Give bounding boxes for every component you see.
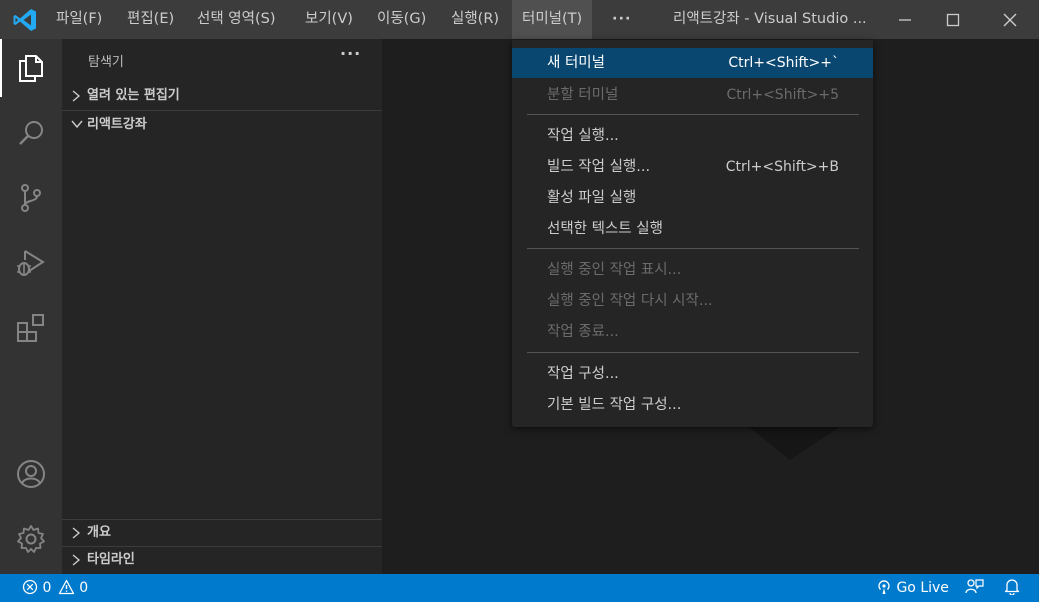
menu-item-run-build-task[interactable]: 빌드 작업 실행... Ctrl+<Shift>+B <box>512 152 873 182</box>
section-open-editors[interactable]: 열려 있는 편집기 <box>62 82 382 110</box>
menu-item-label: 빌드 작업 실행... <box>547 159 651 175</box>
notifications-button[interactable] <box>1004 574 1020 602</box>
menu-selection[interactable]: 선택 영역(S) <box>197 0 276 39</box>
sidebar-title: 탐색기 <box>88 55 124 70</box>
section-outline[interactable]: 개요 <box>62 519 382 547</box>
activity-extensions[interactable] <box>0 299 62 357</box>
menu-item-configure-default-build-task[interactable]: 기본 빌드 작업 구성... <box>512 390 873 420</box>
menu-item-shortcut: Ctrl+<Shift>+` <box>728 55 839 71</box>
go-live-button[interactable]: Go Live <box>876 574 949 602</box>
section-timeline[interactable]: 타임라인 <box>62 546 382 574</box>
activity-explorer[interactable] <box>0 39 62 97</box>
menu-file[interactable]: 파일(F) <box>56 0 102 39</box>
files-icon <box>19 55 43 82</box>
menu-terminal[interactable]: 터미널(T) <box>512 0 593 39</box>
menu-separator <box>527 248 859 249</box>
menu-run[interactable]: 실행(R) <box>451 0 499 39</box>
title-bar: 파일(F) 편집(E) 선택 영역(S) 보기(V) 이동(G) 실행(R) 터… <box>0 0 1039 39</box>
problems-status[interactable]: 0 0 <box>22 574 88 602</box>
menu-separator <box>527 114 859 115</box>
section-project-folder[interactable]: 리액트강좌 <box>62 111 382 139</box>
window-title: 리액트강좌 - Visual Studio ... <box>673 11 867 27</box>
menu-item-label: 작업 실행... <box>547 128 619 144</box>
close-button[interactable] <box>985 0 1035 39</box>
menu-item-label: 기본 빌드 작업 구성... <box>547 397 682 413</box>
menu-item-shortcut: Ctrl+<Shift>+B <box>725 159 839 175</box>
menu-item-shortcut: Ctrl+<Shift>+5 <box>726 87 839 103</box>
broadcast-icon <box>878 580 890 594</box>
chevron-right-icon <box>72 527 81 539</box>
section-project-label: 리액트강좌 <box>87 117 147 132</box>
menu-item-label: 활성 파일 실행 <box>547 190 637 206</box>
bell-icon <box>1004 579 1020 596</box>
feedback-button[interactable] <box>965 574 984 602</box>
menu-item-label: 실행 중인 작업 다시 시작... <box>547 293 713 309</box>
menu-item-run-active-file[interactable]: 활성 파일 실행 <box>512 183 873 213</box>
menu-edit[interactable]: 편집(E) <box>127 0 174 39</box>
chevron-right-icon <box>72 90 81 102</box>
menu-item-label: 작업 구성... <box>547 366 619 382</box>
activity-run-debug[interactable] <box>0 234 62 292</box>
vscode-logo-icon <box>13 9 36 31</box>
menu-item-show-running-tasks[interactable]: 실행 중인 작업 표시... <box>512 255 873 285</box>
activity-bar <box>0 39 62 574</box>
status-bar: 0 0 Go Live <box>0 574 1039 602</box>
section-timeline-label: 타임라인 <box>87 552 135 567</box>
activity-search[interactable] <box>0 104 62 162</box>
menu-item-label: 선택한 텍스트 실행 <box>547 221 663 237</box>
feedback-icon <box>965 579 984 594</box>
menu-item-label: 작업 종료... <box>547 324 619 340</box>
account-icon <box>17 460 45 488</box>
warning-count: 0 <box>79 580 89 596</box>
minimize-button[interactable] <box>880 0 930 39</box>
menu-item-terminate-task[interactable]: 작업 종료... <box>512 317 873 347</box>
close-icon <box>1003 13 1017 27</box>
menu-item-run-selected-text[interactable]: 선택한 텍스트 실행 <box>512 214 873 244</box>
error-count: 0 <box>42 580 52 596</box>
search-icon <box>19 121 43 145</box>
menu-view[interactable]: 보기(V) <box>305 0 353 39</box>
settings-gear-icon <box>17 525 45 553</box>
active-indicator <box>0 39 2 97</box>
sidebar-more-button[interactable]: ··· <box>340 44 361 63</box>
menu-more-button[interactable]: ··· <box>612 0 632 39</box>
minimize-icon <box>899 19 911 21</box>
menu-item-new-terminal[interactable]: 새 터미널 Ctrl+<Shift>+` <box>512 48 873 78</box>
activity-source-control[interactable] <box>0 169 62 227</box>
go-live-label: Go Live <box>896 580 949 596</box>
maximize-button[interactable] <box>928 0 978 39</box>
menu-go[interactable]: 이동(G) <box>377 0 426 39</box>
menu-item-run-task[interactable]: 작업 실행... <box>512 121 873 151</box>
menu-item-split-terminal[interactable]: 분할 터미널 Ctrl+<Shift>+5 <box>512 80 873 110</box>
menu-item-label: 새 터미널 <box>547 55 605 71</box>
menu-item-label: 분할 터미널 <box>547 87 619 103</box>
chevron-down-icon <box>71 120 83 129</box>
source-control-icon <box>21 184 41 212</box>
warning-icon <box>58 579 74 595</box>
maximize-icon <box>946 13 960 27</box>
menu-separator <box>527 352 859 353</box>
explorer-sidebar: 탐색기 ··· 열려 있는 편집기 리액트강좌 개요 타임라인 <box>62 39 382 574</box>
activity-accounts[interactable] <box>0 445 62 503</box>
chevron-right-icon <box>72 554 81 566</box>
extensions-icon <box>17 314 44 342</box>
run-debug-icon <box>17 250 45 276</box>
section-open-editors-label: 열려 있는 편집기 <box>87 88 180 103</box>
error-icon <box>22 579 38 595</box>
menu-item-restart-running-task[interactable]: 실행 중인 작업 다시 시작... <box>512 286 873 316</box>
section-outline-label: 개요 <box>87 525 111 540</box>
activity-manage[interactable] <box>0 510 62 568</box>
menu-item-configure-tasks[interactable]: 작업 구성... <box>512 359 873 389</box>
terminal-menu-dropdown: 새 터미널 Ctrl+<Shift>+` 분할 터미널 Ctrl+<Shift>… <box>512 40 873 427</box>
menu-item-label: 실행 중인 작업 표시... <box>547 262 682 278</box>
